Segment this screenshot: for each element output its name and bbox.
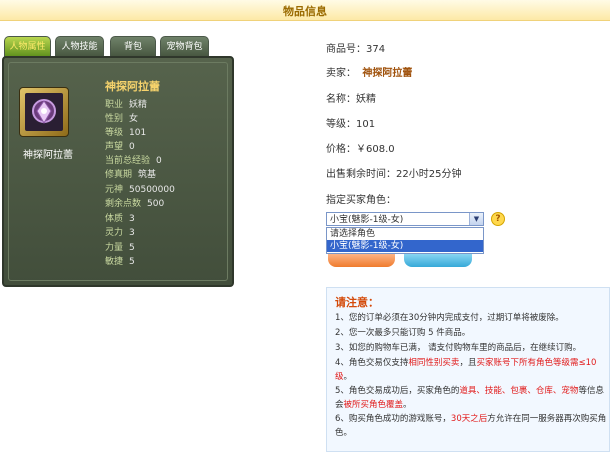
character-portrait (19, 87, 69, 137)
attr-row: 敏捷 5 (105, 254, 135, 267)
page-title-bar: 物品信息 (0, 0, 610, 21)
attr-row: 灵力 3 (105, 225, 135, 238)
attr-value: 3 (129, 214, 135, 224)
page-title: 物品信息 (283, 5, 327, 18)
attr-row: 元神 50500000 (105, 182, 175, 195)
notice-item: 5、角色交易成功后，买家角色的道具、技能、包裹、仓库、宠物等信息会被所买角色覆盖… (335, 384, 607, 412)
tab-character-attributes[interactable]: 人物属性 (4, 36, 51, 57)
attr-label: 性别 (105, 114, 124, 124)
attr-value: 3 (129, 228, 135, 238)
notice-text: 6、购买角色成功的游戏账号， (335, 414, 451, 424)
remaining-time-row: 出售剩余时间：22小时25分钟 (326, 165, 461, 180)
attr-label: 当前总经验 (105, 156, 151, 166)
dropdown-option[interactable]: 请选择角色 (327, 228, 483, 240)
buyer-role-dropdown[interactable]: 请选择角色 小宝(魅影-1级-女) (326, 227, 484, 254)
dropdown-option-selected[interactable]: 小宝(魅影-1级-女) (327, 240, 483, 252)
attr-value: 筑基 (138, 170, 157, 180)
notice-text: 。 (403, 400, 412, 410)
portrait-icon (25, 93, 63, 131)
notice-text: 2、您一次最多只能订购 5 件商品。 (335, 328, 471, 338)
remaining-time-value: 22小时25分钟 (396, 169, 462, 180)
seller-label: 卖家： (326, 68, 356, 79)
add-to-cart-button[interactable] (404, 253, 472, 267)
seller-name[interactable]: 神探阿拉蕾 (362, 68, 412, 79)
seller-row: 卖家： 神探阿拉蕾 (326, 64, 412, 79)
notice-highlight: 30天之后 (450, 414, 488, 424)
attr-label: 敏捷 (105, 257, 124, 267)
attr-value: 500 (147, 199, 165, 209)
attr-value: 0 (129, 142, 135, 152)
attr-row: 修真期 筑基 (105, 167, 156, 180)
buyer-role-select[interactable]: 小宝(魅影-1级-女) ▼ (326, 212, 484, 226)
item-code-row: 商品号：374 (326, 40, 385, 55)
tab-character-skills[interactable]: 人物技能 (55, 36, 104, 57)
attr-row: 性别女 (105, 111, 138, 124)
notice-item: 6、购买角色成功的游戏账号，30天之后方允许在同一服务器再次购买角色。 (335, 412, 607, 440)
chevron-down-icon[interactable]: ▼ (469, 213, 483, 225)
item-price-label: 价格： (326, 144, 356, 155)
item-code-value: 374 (366, 44, 386, 55)
notice-highlight: 相同性别买卖 (408, 358, 460, 368)
notice-box: 请注意： 1、您的订单必须在30分钟内完成支付，过期订单将被废除。 2、您一次最… (326, 287, 610, 452)
item-name-value: 妖精 (356, 94, 376, 105)
attr-value: 女 (129, 114, 139, 124)
notice-text: 1、您的订单必须在30分钟内完成支付，过期订单将被废除。 (335, 313, 564, 323)
item-price-row: 价格：￥608.0 (326, 140, 395, 155)
attr-label: 元神 (105, 185, 124, 195)
item-price-value: ￥608.0 (356, 144, 395, 155)
notice-highlight: 被所买角色覆盖 (343, 400, 404, 410)
attr-value: 5 (129, 257, 135, 267)
attr-value: 0 (156, 156, 162, 166)
attr-label: 职业 (105, 100, 124, 110)
attr-value: 101 (129, 128, 147, 138)
attr-label: 力量 (105, 243, 124, 253)
tab-pet-backpack[interactable]: 宠物背包 (160, 36, 209, 57)
attr-row: 体质 3 (105, 211, 135, 224)
attr-label: 体质 (105, 214, 124, 224)
item-level-label: 等级： (326, 119, 356, 130)
attr-label: 修真期 (105, 170, 133, 180)
buy-button[interactable] (328, 253, 395, 267)
attr-row: 当前总经验 0 (105, 153, 162, 166)
attr-value: 50500000 (129, 185, 175, 195)
item-level-value: 101 (356, 119, 376, 130)
tab-backpack[interactable]: 背包 (110, 36, 156, 57)
attr-label: 灵力 (105, 228, 124, 238)
item-level-row: 等级：101 (326, 115, 375, 130)
notice-item: 4、角色交易仅支持相同性别买卖，且买家账号下所有角色等级需≤10级。 (335, 356, 607, 384)
buyer-role-select-value: 小宝(魅影-1级-女) (330, 215, 404, 225)
item-name-row: 名称：妖精 (326, 90, 376, 105)
help-icon[interactable]: ? (491, 212, 505, 226)
attr-row: 等级 101 (105, 125, 146, 138)
notice-title: 请注意： (335, 296, 379, 309)
attr-label: 等级 (105, 128, 124, 138)
attr-value: 5 (129, 243, 135, 253)
item-name-label: 名称： (326, 94, 356, 105)
attr-row: 声望 0 (105, 139, 135, 152)
notice-text: ，且 (459, 358, 477, 368)
notice-text: 5、角色交易成功后，买家角色的 (335, 386, 460, 396)
notice-item: 1、您的订单必须在30分钟内完成支付，过期订单将被废除。 (335, 311, 607, 325)
attr-label: 剩余点数 (105, 199, 142, 209)
notice-text: 3、如您的购物车已满， 请支付购物车里的商品后，在继续订购。 (335, 343, 582, 353)
character-name: 神探阿拉蕾 (105, 80, 160, 93)
notice-text: 4、角色交易仅支持 (335, 358, 409, 368)
buyer-label: 指定买家角色： (326, 195, 396, 206)
attr-row: 职业 妖精 (105, 97, 147, 110)
portrait-character-name: 神探阿拉蕾 (23, 150, 73, 161)
attr-row: 剩余点数 500 (105, 196, 164, 209)
notice-text: 。 (343, 372, 353, 382)
attr-row: 力量 5 (105, 240, 135, 253)
notice-highlight: 道具、技能、包裹、仓库、宠物 (459, 386, 579, 396)
item-code-label: 商品号： (326, 44, 366, 55)
notice-item: 2、您一次最多只能订购 5 件商品。 (335, 326, 607, 340)
notice-item: 3、如您的购物车已满， 请支付购物车里的商品后，在继续订购。 (335, 341, 607, 355)
remaining-time-label: 出售剩余时间： (326, 169, 396, 180)
attr-value: 妖精 (129, 100, 148, 110)
attr-label: 声望 (105, 142, 124, 152)
